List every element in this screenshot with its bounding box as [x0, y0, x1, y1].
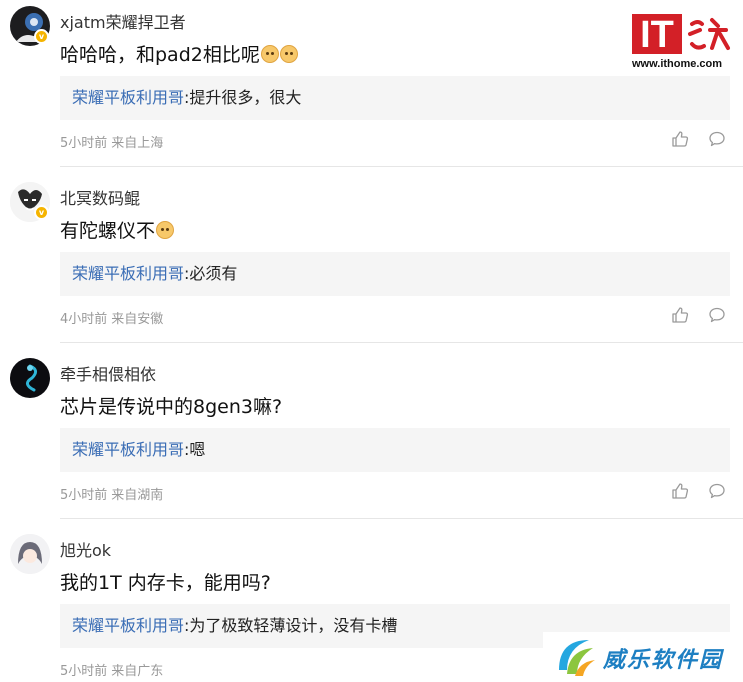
emoji-icon [279, 45, 298, 63]
divider [60, 342, 743, 343]
comment-meta: 5小时前 来自广东 [60, 660, 163, 679]
watermark: 威乐软件园 [543, 632, 743, 682]
reply-text: :必须有 [184, 264, 238, 283]
reply-box: 荣耀平板利用哥:嗯 [60, 428, 730, 472]
comment-meta: 5小时前 来自湖南 [60, 484, 163, 503]
comment-content: 有陀螺仪不 [60, 216, 175, 243]
comment-location: 来自上海 [111, 136, 164, 151]
ithome-url: www.ithome.com [632, 58, 723, 70]
comment-text: 有陀螺仪不 [60, 220, 156, 242]
avatar-image [10, 534, 50, 574]
divider [60, 518, 743, 519]
comment-content: 芯片是传说中的8gen3嘛? [60, 392, 282, 419]
reply-author[interactable]: 荣耀平板利用哥 [72, 616, 184, 635]
reply-author[interactable]: 荣耀平板利用哥 [72, 88, 184, 107]
thumbs-up-icon[interactable] [671, 130, 689, 148]
comment-text: 芯片是传说中的8gen3嘛? [60, 396, 283, 418]
reply-author[interactable]: 荣耀平板利用哥 [72, 264, 184, 283]
avatar[interactable] [10, 534, 50, 574]
watermark-logo-icon [559, 640, 595, 676]
comment-text: 哈哈哈，和pad2相比呢 [60, 44, 260, 66]
comment-username[interactable]: xjatm荣耀捍卫者 [60, 9, 186, 33]
reply-box: 荣耀平板利用哥:提升很多，很大 [60, 76, 730, 120]
emoji-icon [260, 45, 279, 63]
comment-text: 我的1T 内存卡，能用吗? [60, 572, 271, 594]
comment-content: 哈哈哈，和pad2相比呢 [60, 40, 298, 67]
ithome-logo-mark: IT [632, 14, 730, 56]
comment-time: 5小时前 [60, 488, 108, 503]
divider [60, 166, 743, 167]
verified-badge-icon: v [34, 205, 49, 220]
comment-time: 4小时前 [60, 312, 108, 327]
reply-author[interactable]: 荣耀平板利用哥 [72, 440, 184, 459]
avatar-image [10, 358, 50, 398]
emoji-icon [156, 221, 175, 239]
reply-box: 荣耀平板利用哥:必须有 [60, 252, 730, 296]
comment-username[interactable]: 旭光ok [60, 537, 111, 561]
comment-location: 来自湖南 [111, 488, 164, 503]
svg-text:IT: IT [640, 14, 674, 56]
reply-text: :为了极致轻薄设计，没有卡槽 [184, 616, 398, 635]
thumbs-up-icon[interactable] [671, 306, 689, 324]
ithome-logo: IT www.ithome.com [628, 8, 736, 74]
comment-meta: 5小时前 来自上海 [60, 132, 163, 151]
avatar[interactable] [10, 358, 50, 398]
comment-location: 来自广东 [111, 664, 164, 679]
reply-text: :提升很多，很大 [184, 88, 302, 107]
comment-time: 5小时前 [60, 664, 108, 679]
comment-location: 来自安徽 [111, 312, 164, 327]
watermark-text: 威乐软件园 [603, 647, 724, 673]
comment-time: 5小时前 [60, 136, 108, 151]
speech-bubble-icon[interactable] [708, 130, 726, 148]
speech-bubble-icon[interactable] [708, 306, 726, 324]
comment-meta: 4小时前 来自安徽 [60, 308, 163, 327]
comment-username[interactable]: 牵手相偎相依 [60, 361, 156, 385]
verified-badge-icon: v [34, 29, 49, 44]
comment-username[interactable]: 北冥数码鲲 [60, 185, 140, 209]
thumbs-up-icon[interactable] [671, 482, 689, 500]
reply-text: :嗯 [184, 440, 206, 459]
comment-content: 我的1T 内存卡，能用吗? [60, 568, 271, 595]
speech-bubble-icon[interactable] [708, 482, 726, 500]
